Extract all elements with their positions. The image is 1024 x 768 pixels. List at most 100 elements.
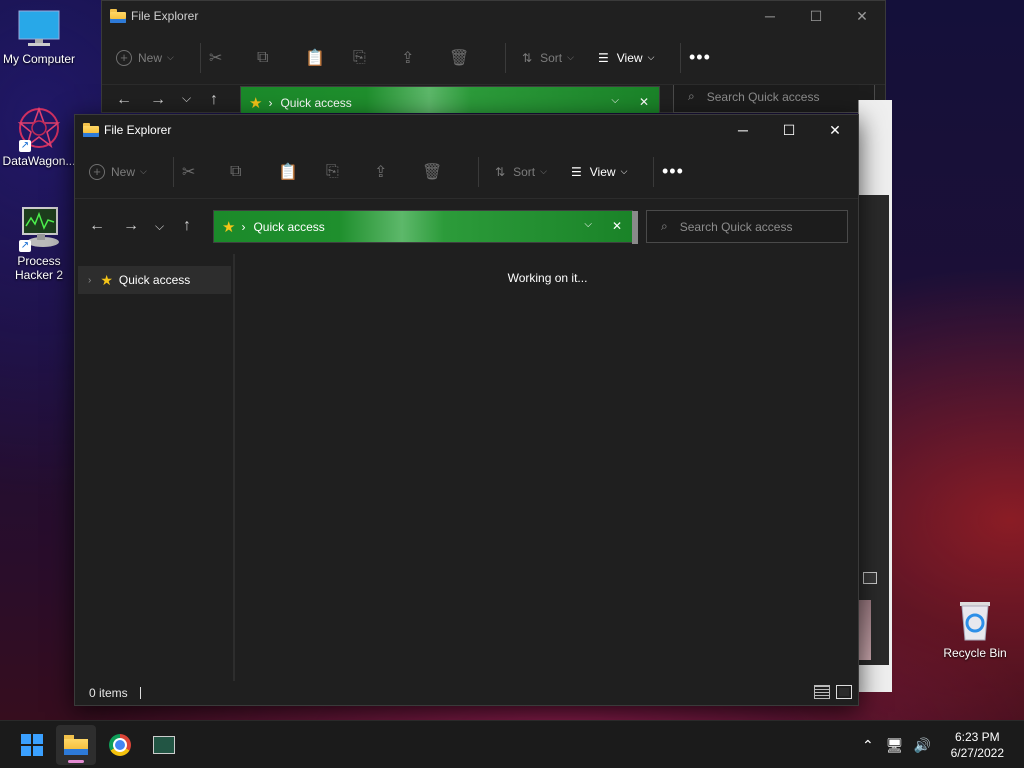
share-button[interactable]: ⇪ [401,48,449,68]
chevron-down-icon: ⌵ [567,52,574,62]
sort-icon: ⇅ [522,50,533,65]
address-bar[interactable]: ★ › Quick access ⌵ ✕ [240,86,660,113]
back-arrow-icon[interactable]: ← [89,217,105,235]
copy-button[interactable]: ⧉ [230,163,278,181]
start-button[interactable] [12,725,52,765]
rename-button[interactable]: ⎘ [326,163,374,181]
content-pane[interactable]: Working on it... [237,254,858,681]
file-explorer-window-background[interactable]: File Explorer ─ ☐ ✕ + New ⌵ ✂ ⧉ 📋 ⎘ ⇪ 🗑 ⇅ S… [101,0,886,113]
nav-item-quick-access[interactable]: › ★ Quick access [78,266,231,294]
sort-button[interactable]: ⇅ Sort ⌵ [487,165,563,179]
clock[interactable]: 6:23 PM 6/27/2022 [951,729,1004,761]
file-explorer-window[interactable]: File Explorer ─ ☐ ✕ + New ⌵ ✂ ⧉ 📋 ⎘ ⇪ 🗑 ⇅ S… [74,114,859,706]
title-bar[interactable]: File Explorer ─ ☐ ✕ [102,1,885,31]
back-arrow-icon[interactable]: ← [116,91,132,109]
recent-chevron-icon[interactable]: ⌵ [155,219,164,234]
up-arrow-icon[interactable]: ↑ [210,91,218,109]
desktop-icon-label: Process Hacker 2 [14,254,64,282]
close-button[interactable]: ✕ [839,1,885,31]
toolbar-divider [653,156,654,187]
desktop-icon-process-hacker[interactable]: ↗ Process Hacker 2 [0,206,78,282]
windows-logo-icon [21,734,43,756]
sort-icon: ⇅ [495,164,506,179]
copy-button[interactable]: ⧉ [257,49,305,67]
view-button[interactable]: ☰ View ⌵ [563,165,645,179]
minimize-button[interactable]: ─ [720,115,766,145]
rename-button[interactable]: ⎘ [353,49,401,67]
more-options-button[interactable]: ••• [662,161,702,182]
volume-icon[interactable]: 🔊 [914,737,931,754]
clear-icon[interactable]: ✕ [639,95,649,109]
chevron-down-icon[interactable]: ⌵ [584,219,592,230]
minimize-button[interactable]: ─ [747,1,793,31]
chevron-down-icon: ⌵ [620,166,628,176]
title-bar[interactable]: File Explorer ─ ☐ ✕ [75,115,858,145]
background-window-content [859,195,889,665]
sort-button[interactable]: ⇅ Sort ⌵ [514,51,590,65]
background-window-edge [858,100,892,692]
delete-button[interactable]: 🗑 [449,48,497,68]
clear-icon[interactable]: ✕ [612,219,622,233]
chevron-down-icon: ⌵ [140,166,147,176]
star-icon: ★ [100,271,113,288]
taskbar: ⌃ 🖥 🔊 6:23 PM 6/27/2022 [0,720,1024,768]
tiles-view-icon[interactable] [836,685,852,699]
taskbar-chrome[interactable] [100,725,140,765]
desktop-icon-recycle-bin[interactable]: Recycle Bin [936,598,1014,660]
loading-status: Working on it... [507,271,588,285]
recent-chevron-icon[interactable]: ⌵ [182,91,191,106]
maximize-button[interactable]: ☐ [766,115,812,145]
details-view-icon[interactable] [814,685,830,699]
nav-item-label: Quick access [118,273,191,287]
cut-button[interactable]: ✂ [182,162,230,182]
caption-buttons: ─ ☐ ✕ [747,1,885,31]
up-arrow-icon[interactable]: ↑ [183,217,191,235]
close-button[interactable]: ✕ [812,115,858,145]
network-icon[interactable]: 🖥 [886,737,904,754]
view-button[interactable]: ☰ View ⌵ [590,51,672,65]
window-title: File Explorer [104,123,172,137]
desktop-icon-label: My Computer [2,52,76,66]
toolbar-divider [173,156,174,187]
breadcrumb-separator-icon: › [241,219,246,234]
address-bar-edge [632,211,638,244]
taskbar-process-hacker[interactable] [144,725,184,765]
new-button[interactable]: + New ⌵ [116,49,192,66]
search-input[interactable]: ⌕ Search Quick access [673,85,875,113]
address-row: ← → ⌵ ↑ ★ › Quick access ⌵ ✕ ⌕ Search Qui… [75,199,858,253]
address-text: Quick access [280,95,352,110]
desktop-icon-my-computer[interactable]: My Computer [0,10,78,66]
star-icon: ★ [249,94,263,112]
sort-label: Sort [540,50,563,65]
star-icon: ★ [222,218,236,236]
search-input[interactable]: ⌕ Search Quick access [646,210,848,243]
view-toggles [814,685,852,699]
chevron-right-icon[interactable]: › [88,275,91,286]
maximize-button[interactable]: ☐ [793,1,839,31]
forward-arrow-icon[interactable]: → [150,91,166,109]
share-button[interactable]: ⇪ [374,162,422,182]
delete-button[interactable]: 🗑 [422,162,470,182]
paste-button[interactable]: 📋 [278,162,326,182]
forward-arrow-icon[interactable]: → [123,217,139,235]
plus-icon: + [89,163,105,180]
chevron-down-icon: ⌵ [540,166,547,176]
chevron-down-icon[interactable]: ⌵ [611,95,619,106]
taskbar-file-explorer[interactable] [56,725,96,765]
command-bar: + New ⌵ ✂ ⧉ 📋 ⎘ ⇪ 🗑 ⇅ Sort ⌵ ☰ View ⌵ ••• [102,31,885,85]
clock-time: 6:23 PM [954,730,1000,744]
search-placeholder: Search Quick access [706,89,820,104]
cut-button[interactable]: ✂ [209,48,257,68]
more-options-button[interactable]: ••• [689,47,729,68]
paste-button[interactable]: 📋 [305,48,353,68]
plus-icon: + [116,49,132,66]
process-hacker-icon [153,736,175,754]
tile-view-icon [863,572,877,584]
desktop-icon-datawagon[interactable]: ↗ DataWagon... [0,106,78,168]
chevron-up-icon[interactable]: ⌃ [862,737,874,754]
chrome-icon [109,734,131,756]
shortcut-arrow-icon: ↗ [19,240,31,252]
new-label: New [111,164,136,179]
address-bar[interactable]: ★ › Quick access ⌵ ✕ [213,210,638,244]
new-button[interactable]: + New ⌵ [89,163,165,180]
